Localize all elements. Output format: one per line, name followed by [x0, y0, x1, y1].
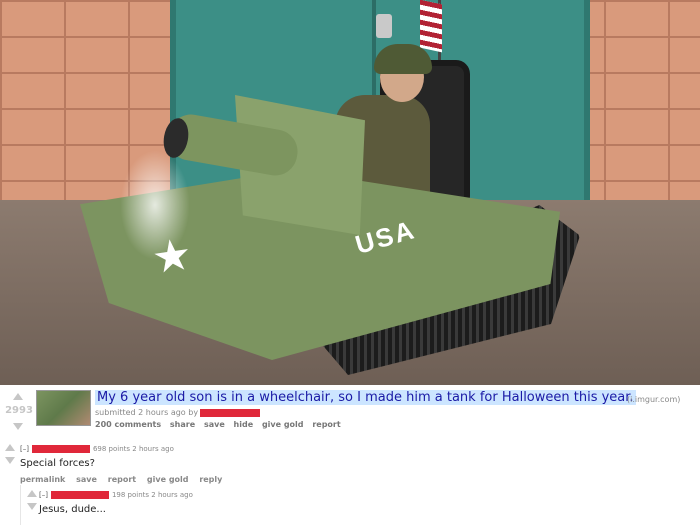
upvote-arrow-icon[interactable]: [27, 490, 37, 497]
save-button[interactable]: save: [76, 475, 97, 484]
submitted-text: submitted 2 hours ago by: [95, 408, 199, 417]
permalink-button[interactable]: permalink: [20, 475, 65, 484]
redacted-username: [50, 491, 109, 499]
comment-meta: 198 points 2 hours ago: [111, 491, 193, 499]
reply-button[interactable]: reply: [199, 475, 222, 484]
hide-button[interactable]: hide: [234, 420, 254, 429]
post-thumbnail[interactable]: [36, 390, 91, 426]
report-button[interactable]: report: [108, 475, 136, 484]
downvote-arrow-icon[interactable]: [5, 457, 15, 464]
comment: [–] 198 points 2 hours ago Jesus, dude...: [20, 485, 700, 525]
post-tagline: submitted 2 hours ago by: [95, 408, 262, 417]
post-score: 2993: [5, 405, 33, 416]
downvote-arrow-icon[interactable]: [13, 423, 23, 430]
army-helmet: [374, 44, 432, 74]
collapse-toggle[interactable]: [–]: [20, 445, 29, 453]
comment-body: Special forces?: [20, 458, 95, 469]
comments-link[interactable]: 200 comments: [95, 420, 161, 429]
comment-body: Jesus, dude...: [39, 504, 106, 515]
comment-tagline: [–] 698 points 2 hours ago: [20, 445, 174, 453]
redacted-username: [200, 408, 261, 417]
door-handle: [376, 14, 392, 38]
collapse-toggle[interactable]: [–]: [39, 491, 48, 499]
post-image[interactable]: ★ USA: [0, 0, 700, 385]
comment-meta: 698 points 2 hours ago: [92, 445, 174, 453]
save-button[interactable]: save: [204, 420, 225, 429]
give-gold-button[interactable]: give gold: [147, 475, 189, 484]
redacted-username: [31, 445, 90, 453]
american-flag: [420, 0, 442, 53]
comment-tagline: [–] 198 points 2 hours ago: [39, 491, 193, 499]
share-button[interactable]: share: [170, 420, 195, 429]
upvote-arrow-icon[interactable]: [13, 393, 23, 400]
post-vote-column: 2993: [4, 389, 33, 430]
post-domain[interactable]: (i.imgur.com): [627, 395, 680, 404]
report-button[interactable]: report: [312, 420, 340, 429]
comment-action-buttons: permalink save report give gold reply: [20, 475, 230, 484]
downvote-arrow-icon[interactable]: [27, 503, 37, 510]
reddit-post-panel: 2993 My 6 year old son is in a wheelchai…: [0, 385, 700, 525]
star-icon: ★: [148, 229, 195, 284]
post-title-link[interactable]: My 6 year old son is in a wheelchair, so…: [95, 390, 636, 405]
upvote-arrow-icon[interactable]: [5, 444, 15, 451]
give-gold-button[interactable]: give gold: [262, 420, 304, 429]
post-action-buttons: 200 comments share save hide give gold r…: [95, 420, 347, 429]
